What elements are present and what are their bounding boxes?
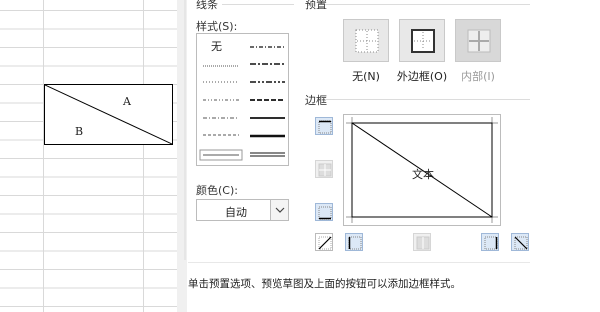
border-right-button[interactable]: [481, 233, 499, 251]
presets-group-title: 预置: [305, 0, 331, 12]
spreadsheet-area[interactable]: A B: [0, 0, 177, 312]
style-label: 样式(S):: [196, 20, 238, 33]
border-preview[interactable]: 文本: [343, 114, 501, 226]
line-style-list[interactable]: [196, 33, 289, 166]
border-inside-horizontal-icon: [318, 163, 332, 177]
cell-text-b: B: [75, 125, 84, 138]
preset-inside-button[interactable]: [455, 19, 501, 62]
border-right-icon: [484, 236, 498, 250]
preset-inside-label: 内部(I): [461, 70, 495, 83]
border-inside-icon: [467, 29, 491, 53]
footer-divider: [188, 262, 530, 263]
diagonal-up-icon: [318, 236, 332, 250]
border-group-title: 边框: [305, 92, 331, 108]
border-diagonal-up-button[interactable]: [315, 233, 333, 251]
preset-outline-label: 外边框(O): [396, 70, 448, 83]
diagonal-cell[interactable]: A B: [44, 84, 173, 145]
color-dropdown-button[interactable]: [270, 200, 288, 220]
line-group-title: 线条: [196, 0, 222, 12]
preview-text: 文本: [412, 168, 434, 181]
chevron-down-icon: [275, 207, 285, 213]
color-select[interactable]: 自动: [196, 199, 289, 221]
color-label: 颜色(C):: [196, 184, 238, 197]
preset-none-button[interactable]: [343, 19, 389, 62]
preset-outline-button[interactable]: [399, 19, 445, 62]
sheet-gridlines: [0, 0, 177, 312]
border-left-button[interactable]: [345, 233, 363, 251]
excel-window: A B 线条 样式(S): 无 颜色(C): 自动 预置 无(N) 外边框(O)…: [0, 0, 600, 312]
dialog-edge-bar: [184, 0, 186, 260]
preset-none-label: 无(N): [352, 70, 380, 83]
border-diagonal-down-button[interactable]: [511, 233, 529, 251]
border-outline-icon: [411, 29, 435, 53]
cell-diagonal-line: [45, 85, 172, 144]
cell-text-a: A: [123, 95, 131, 108]
border-left-icon: [348, 236, 362, 250]
border-top-button[interactable]: [315, 117, 333, 135]
border-inside-vertical-button[interactable]: [413, 233, 431, 251]
hint-text: 单击预置选项、预览草图及上面的按钮可以添加边框样式。: [188, 278, 461, 290]
border-group-divider: [325, 99, 530, 100]
border-bottom-button[interactable]: [315, 203, 333, 221]
border-inside-vertical-icon: [416, 236, 430, 250]
border-top-icon: [318, 120, 332, 134]
presets-group-divider: [325, 4, 530, 5]
color-select-value: 自动: [225, 206, 247, 219]
border-none-icon: [355, 29, 379, 53]
diagonal-down-icon: [514, 236, 528, 250]
border-bottom-icon: [318, 206, 332, 220]
line-style-none[interactable]: 无: [211, 38, 222, 54]
border-inside-horizontal-button[interactable]: [315, 160, 333, 178]
